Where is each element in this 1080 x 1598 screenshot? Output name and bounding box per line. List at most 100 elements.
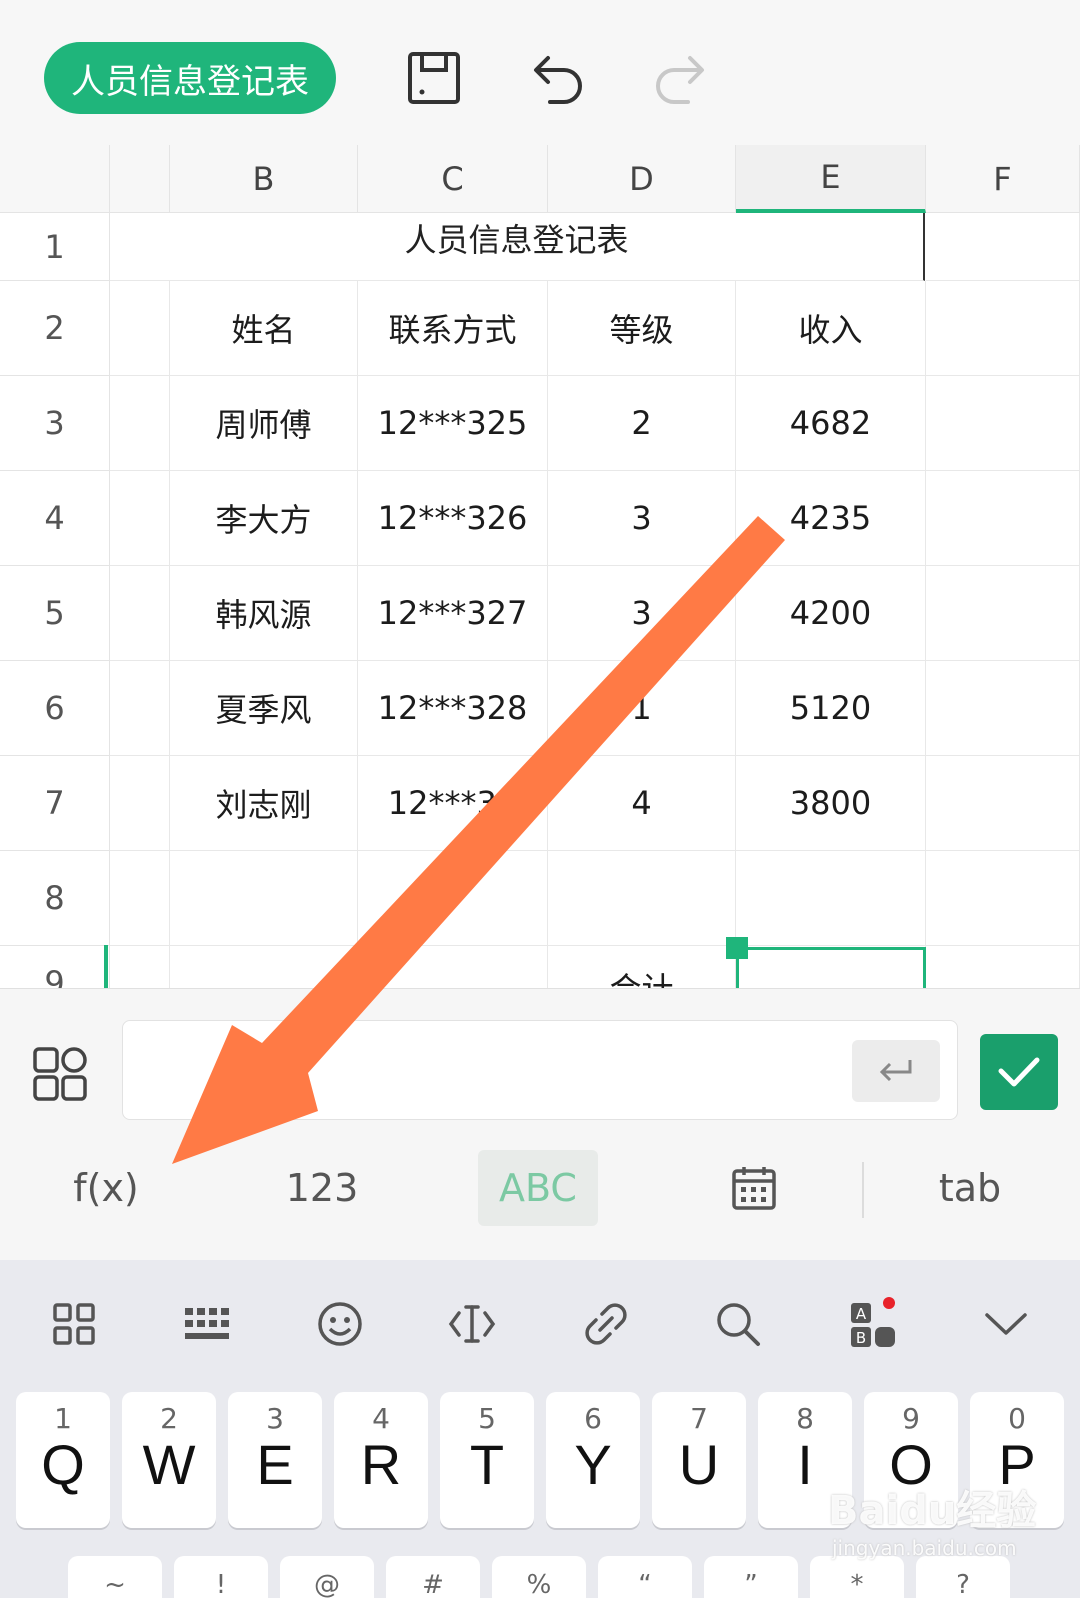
column-header-e[interactable]: E	[736, 145, 926, 213]
row-header-6[interactable]: 6	[0, 661, 110, 756]
name-cell[interactable]: 夏季风	[170, 661, 358, 756]
function-grid-icon[interactable]	[32, 1046, 88, 1102]
key-f[interactable]: #	[386, 1556, 480, 1598]
cell[interactable]	[170, 946, 358, 988]
income-cell[interactable]: 5120	[736, 661, 926, 756]
cell[interactable]	[358, 851, 548, 946]
level-cell[interactable]: 2	[548, 376, 736, 471]
key-h[interactable]: “	[598, 1556, 692, 1598]
column-header-d[interactable]: D	[548, 145, 736, 213]
name-cell[interactable]: 李大方	[170, 471, 358, 566]
row-header-4[interactable]: 4	[0, 471, 110, 566]
key-e[interactable]: 3E	[228, 1392, 322, 1528]
column-header-c[interactable]: C	[358, 145, 548, 213]
cell[interactable]	[110, 946, 170, 988]
cell[interactable]	[926, 851, 1080, 946]
cell[interactable]	[110, 851, 170, 946]
mode-tab-date[interactable]	[718, 1150, 790, 1226]
total-label-cell[interactable]: 合计	[548, 946, 736, 988]
row-header-2[interactable]: 2	[0, 281, 110, 376]
sheet-title-cell[interactable]: 人员信息登记表	[110, 213, 925, 281]
income-cell[interactable]: 4235	[736, 471, 926, 566]
column-header-f[interactable]: F	[926, 145, 1080, 213]
apps-grid-icon[interactable]	[46, 1296, 102, 1352]
cursor-icon[interactable]	[444, 1296, 500, 1352]
key-g[interactable]: %	[492, 1556, 586, 1598]
income-cell[interactable]: 3800	[736, 756, 926, 851]
spreadsheet-grid[interactable]: B C D E F 1 人员信息登记表 2 姓名 联系方式 等级 收入 3 周师…	[0, 145, 1080, 988]
row-header-3[interactable]: 3	[0, 376, 110, 471]
income-cell[interactable]: 4682	[736, 376, 926, 471]
name-cell[interactable]: 周师傅	[170, 376, 358, 471]
key-a[interactable]: ~	[68, 1556, 162, 1598]
key-q[interactable]: 1Q	[16, 1392, 110, 1528]
cell[interactable]	[548, 851, 736, 946]
key-t[interactable]: 5T	[440, 1392, 534, 1528]
income-cell[interactable]: 4200	[736, 566, 926, 661]
cell[interactable]	[110, 756, 170, 851]
cell[interactable]	[110, 281, 170, 376]
cell[interactable]	[926, 566, 1080, 661]
header-cell-contact[interactable]: 联系方式	[358, 281, 548, 376]
cell[interactable]	[926, 281, 1080, 376]
row-header-9[interactable]: 9	[0, 946, 110, 988]
cell[interactable]	[170, 851, 358, 946]
row-header-5[interactable]: 5	[0, 566, 110, 661]
mode-tab-number[interactable]: 123	[262, 1150, 382, 1226]
row-header-1[interactable]: 1	[0, 213, 110, 281]
row-header-7[interactable]: 7	[0, 756, 110, 851]
keyboard-icon[interactable]	[180, 1296, 236, 1352]
key-l[interactable]: ?	[916, 1556, 1010, 1598]
name-cell[interactable]: 刘志刚	[170, 756, 358, 851]
contact-cell[interactable]: 12***32	[358, 756, 548, 851]
enter-button[interactable]	[852, 1040, 940, 1102]
emoji-icon[interactable]	[312, 1296, 368, 1352]
contact-cell[interactable]: 12***328	[358, 661, 548, 756]
search-icon[interactable]	[710, 1296, 766, 1352]
header-cell-name[interactable]: 姓名	[170, 281, 358, 376]
key-s[interactable]: !	[174, 1556, 268, 1598]
key-r[interactable]: 4R	[334, 1392, 428, 1528]
contact-cell[interactable]: 12***325	[358, 376, 548, 471]
name-cell[interactable]: 韩风源	[170, 566, 358, 661]
contact-cell[interactable]: 12***326	[358, 471, 548, 566]
cell[interactable]	[110, 376, 170, 471]
cell[interactable]	[926, 756, 1080, 851]
level-cell[interactable]: 4	[548, 756, 736, 851]
level-cell[interactable]: 1	[548, 661, 736, 756]
key-w[interactable]: 2W	[122, 1392, 216, 1528]
level-cell[interactable]: 3	[548, 471, 736, 566]
cell[interactable]	[926, 471, 1080, 566]
cell[interactable]	[926, 946, 1080, 988]
key-u[interactable]: 7U	[652, 1392, 746, 1528]
cell[interactable]	[736, 851, 926, 946]
confirm-button[interactable]	[980, 1034, 1058, 1110]
cell[interactable]	[110, 566, 170, 661]
undo-icon[interactable]	[528, 48, 588, 108]
cell[interactable]	[926, 661, 1080, 756]
font-style-icon[interactable]: A B	[844, 1296, 900, 1352]
contact-cell[interactable]: 12***327	[358, 566, 548, 661]
link-icon[interactable]	[578, 1296, 634, 1352]
key-k[interactable]: *	[810, 1556, 904, 1598]
cell[interactable]	[110, 661, 170, 756]
cell[interactable]	[926, 213, 1080, 281]
document-title-button[interactable]: 人员信息登记表	[44, 42, 336, 114]
selection-fill-handle[interactable]	[726, 937, 748, 959]
row-header-8[interactable]: 8	[0, 851, 110, 946]
key-j[interactable]: ”	[704, 1556, 798, 1598]
tab-key-button[interactable]: tab	[920, 1150, 1020, 1226]
corner-cell[interactable]	[0, 145, 110, 213]
redo-icon[interactable]	[650, 48, 710, 108]
cell[interactable]	[926, 376, 1080, 471]
level-cell[interactable]: 3	[548, 566, 736, 661]
key-y[interactable]: 6Y	[546, 1392, 640, 1528]
header-cell-income[interactable]: 收入	[736, 281, 926, 376]
save-icon[interactable]	[404, 48, 464, 108]
header-cell-level[interactable]: 等级	[548, 281, 736, 376]
collapse-keyboard-icon[interactable]	[978, 1296, 1034, 1352]
mode-tab-function[interactable]: f(x)	[48, 1150, 164, 1226]
mode-tab-text[interactable]: ABC	[478, 1150, 598, 1226]
cell-content-input[interactable]	[122, 1020, 958, 1120]
column-header-a[interactable]	[110, 145, 170, 213]
